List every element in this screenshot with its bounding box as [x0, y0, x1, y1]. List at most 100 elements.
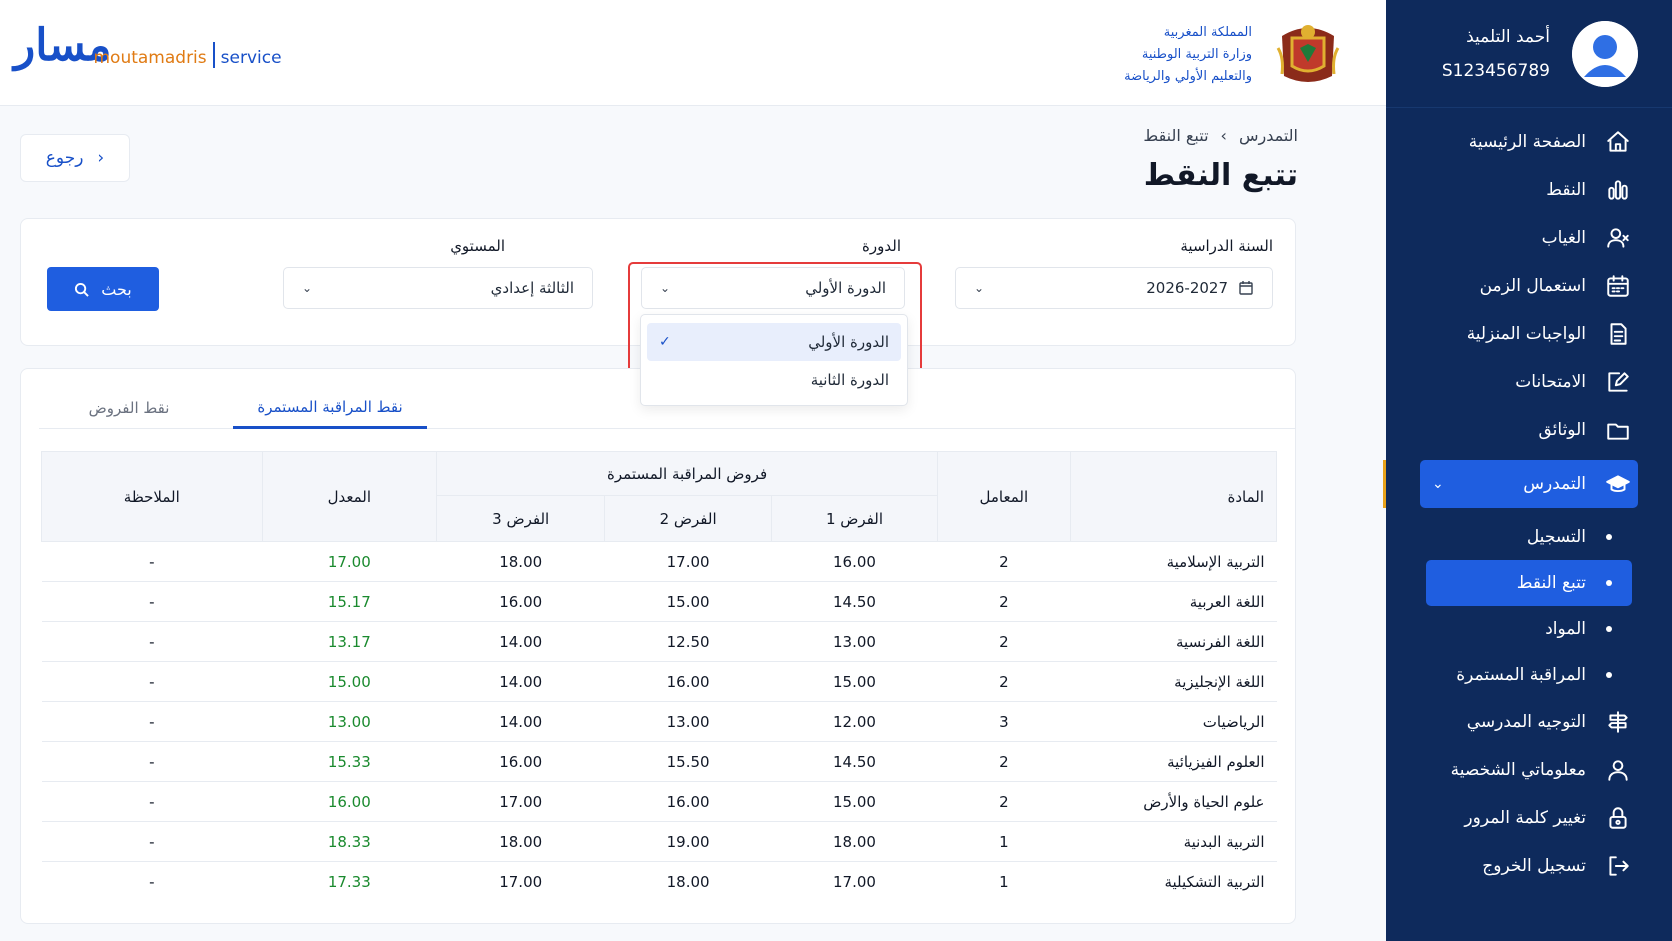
cell-test1: 18.00: [771, 821, 938, 862]
sidebar-item-label: التوجيه المدرسي: [1466, 712, 1586, 732]
sidebar-item-label: التمدرس: [1523, 474, 1586, 494]
table-row: اللغة الفرنسية 2 13.00 12.50 14.00 13.17-: [41, 621, 1277, 662]
cell-test2: 13.00: [604, 701, 772, 742]
grades-card: نقط المراقبة المستمرة نقط الفروض المادة …: [20, 368, 1296, 924]
breadcrumb-separator: ›: [1220, 126, 1227, 145]
cell-test1: 15.00: [771, 661, 938, 702]
page-title: تتبع النقط: [1143, 158, 1298, 193]
header-avg: المعدل: [261, 451, 438, 542]
top-header: مسار moutamadris service المملكة المغربي…: [0, 0, 1386, 106]
sidebar-item-label: تسجيل الخروج: [1482, 856, 1586, 876]
home-icon: [1604, 128, 1632, 156]
signpost-icon: [1604, 708, 1632, 736]
table-body: التربية الإسلامية 2 16.00 17.00 18.00 17.00- ا…: [41, 541, 1277, 902]
sidebar-item-home[interactable]: الصفحة الرئيسية: [1386, 118, 1672, 166]
year-select[interactable]: 2026-2027 ⌄: [955, 267, 1273, 309]
cell-test3: 14.00: [436, 621, 605, 662]
chevron-right-icon: ›: [97, 148, 105, 168]
back-button[interactable]: رجوع ›: [20, 134, 130, 182]
term-dropdown: الدورة الأولي ✓ الدورة الثانية: [640, 314, 908, 406]
header-t3: الفرض 3: [435, 495, 606, 542]
sidebar-item-homework[interactable]: الواجبات المنزلية: [1386, 310, 1672, 358]
sidebar-item-label: النقط: [1546, 180, 1586, 200]
cell-test1: 15.00: [771, 781, 938, 822]
level-label: المستوي: [450, 237, 505, 255]
ministry-line-3: والتعليم الأولي والرياضة: [1124, 69, 1252, 84]
sidebar-item-label: الصفحة الرئيسية: [1468, 132, 1586, 152]
sidebar-item-label: استعمال الزمن: [1479, 276, 1586, 296]
cell-test3: 16.00: [436, 581, 605, 622]
sidebar-item-schedule[interactable]: استعمال الزمن: [1386, 262, 1672, 310]
cell-coef: 2: [937, 781, 1070, 822]
bullet-icon: [1606, 534, 1612, 540]
header-t2: الفرض 2: [604, 495, 772, 542]
sidebar-item-logout[interactable]: تسجيل الخروج: [1386, 842, 1672, 890]
sidebar-subitem-registration[interactable]: التسجيل: [1386, 514, 1672, 560]
sidebar-item-profile[interactable]: معلوماتي الشخصية: [1386, 746, 1672, 794]
cell-average: 17.33: [262, 861, 437, 902]
cell-test1: 16.00: [771, 541, 938, 582]
sidebar-item-label: الغياب: [1541, 228, 1586, 248]
term-option-2[interactable]: الدورة الثانية: [647, 361, 901, 399]
sidebar-item-label: معلوماتي الشخصية: [1450, 760, 1586, 780]
cell-test1: 14.50: [771, 741, 938, 782]
cell-note: -: [41, 541, 263, 582]
calendar-icon: [1239, 281, 1253, 295]
table-row: اللغة الإنجليزية 2 15.00 16.00 14.00 15.00-: [41, 661, 1277, 702]
cell-note: -: [41, 781, 263, 822]
cell-average: 17.00: [262, 541, 437, 582]
search-button[interactable]: بحث: [47, 267, 159, 311]
table-row: علوم الحياة والأرض 2 15.00 16.00 17.00 16.00-: [41, 781, 1277, 822]
sidebar-item-documents[interactable]: الوثائق: [1386, 406, 1672, 454]
sidebar-nav: الصفحة الرئيسية النقط الغياب استعمال الزمن ا…: [1386, 108, 1672, 890]
cell-note: -: [41, 701, 263, 742]
user-avatar-icon: [1572, 20, 1638, 87]
cell-note: -: [41, 821, 263, 862]
cell-average: 13.00: [262, 701, 437, 742]
logout-icon: [1604, 852, 1632, 880]
cell-test2: 15.00: [604, 581, 772, 622]
header-subject: المادة: [1069, 451, 1277, 542]
cell-test2: 17.00: [604, 541, 772, 582]
sidebar-item-label: الوثائق: [1538, 420, 1586, 440]
sidebar-item-grades[interactable]: النقط: [1386, 166, 1672, 214]
avatar: [1572, 20, 1638, 87]
sidebar-item-label: الواجبات المنزلية: [1466, 324, 1586, 344]
sidebar-item-change-password[interactable]: تغيير كلمة المرور: [1386, 794, 1672, 842]
tab-tests[interactable]: نقط الفروض: [69, 387, 189, 429]
cell-average: 15.33: [262, 741, 437, 782]
sidebar-subitem-grade-tracking[interactable]: تتبع النقط: [1426, 560, 1632, 606]
level-select[interactable]: الثالثة إعدادي ⌄: [283, 267, 593, 309]
cell-test3: 17.00: [436, 861, 605, 902]
cell-subject: اللغة العربية: [1070, 581, 1277, 622]
bullet-icon: [1606, 580, 1612, 586]
breadcrumb-current: تتبع النقط: [1143, 126, 1209, 145]
sidebar-item-label: تغيير كلمة المرور: [1464, 808, 1586, 828]
bullet-icon: [1606, 672, 1612, 678]
cell-note: -: [41, 621, 263, 662]
search-label: بحث: [101, 279, 132, 299]
sidebar-item-orientation[interactable]: التوجيه المدرسي: [1386, 698, 1672, 746]
term-option-label: الدورة الثانية: [810, 371, 889, 389]
header-group: فروض المراقبة المستمرة: [435, 451, 939, 496]
sidebar-item-absences[interactable]: الغياب: [1386, 214, 1672, 262]
sidebar-item-exams[interactable]: الامتحانات: [1386, 358, 1672, 406]
term-label: الدورة: [862, 237, 901, 255]
sidebar-item-schooling[interactable]: التمدرس ⌄: [1420, 460, 1638, 508]
cell-test3: 18.00: [436, 541, 605, 582]
cell-test1: 13.00: [771, 621, 938, 662]
tab-continuous-assessment[interactable]: نقط المراقبة المستمرة: [233, 387, 427, 429]
user-id: S123456789: [1441, 60, 1550, 81]
cell-test3: 14.00: [436, 701, 605, 742]
sidebar-subitem-subjects[interactable]: المواد: [1386, 606, 1672, 652]
sidebar-subitem-continuous-assessment[interactable]: المراقبة المستمرة: [1386, 652, 1672, 698]
term-option-1[interactable]: الدورة الأولي ✓: [647, 323, 901, 361]
table-row: التربية التشكيلية 1 17.00 18.00 17.00 17.33-: [41, 861, 1277, 902]
chart-icon: [1604, 176, 1632, 204]
user-name: أحمد التلميذ: [1466, 26, 1550, 47]
cell-test3: 18.00: [436, 821, 605, 862]
breadcrumb-parent[interactable]: التمدرس: [1239, 126, 1298, 145]
table-row: الرياضيات 3 12.00 13.00 14.00 13.00-: [41, 701, 1277, 742]
cell-subject: اللغة الفرنسية: [1070, 621, 1277, 662]
grades-table: المادة المعامل فروض المراقبة المستمرة ال…: [41, 451, 1277, 902]
